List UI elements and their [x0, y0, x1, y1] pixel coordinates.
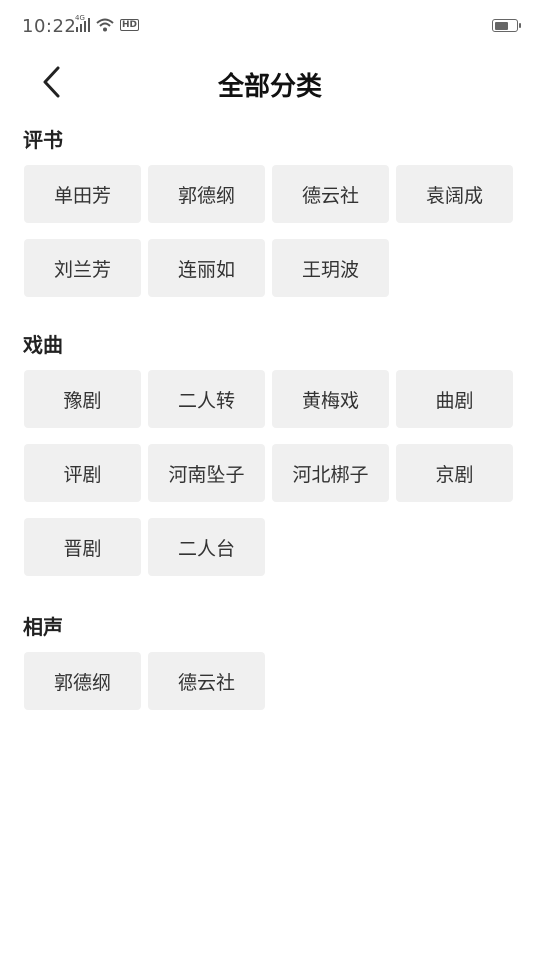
category-chip[interactable]: 河南坠子	[148, 444, 265, 502]
category-chip[interactable]: 德云社	[272, 165, 389, 223]
category-chip[interactable]: 王玥波	[272, 239, 389, 297]
category-chip[interactable]: 连丽如	[148, 239, 265, 297]
chip-grid: 豫剧 二人转 黄梅戏 曲剧 评剧 河南坠子 河北梆子 京剧 晋剧 二人台	[24, 370, 540, 576]
category-chip[interactable]: 郭德纲	[148, 165, 265, 223]
category-chip[interactable]: 黄梅戏	[272, 370, 389, 428]
category-chip[interactable]: 河北梆子	[272, 444, 389, 502]
category-chip[interactable]: 晋剧	[24, 518, 141, 576]
category-chip[interactable]: 二人转	[148, 370, 265, 428]
page-title: 全部分类	[217, 72, 322, 102]
category-chip[interactable]: 京剧	[396, 444, 513, 502]
signal-icon: 4G	[74, 14, 90, 32]
category-chip[interactable]: 袁阔成	[396, 165, 513, 223]
status-bar: 10:22 4G HD	[0, 0, 540, 56]
status-icons: 4G HD	[74, 14, 140, 32]
hd-icon: HD	[120, 19, 140, 31]
section-pingshu: 评书 单田芳 郭德纲 德云社 袁阔成 刘兰芳 连丽如 王玥波	[0, 126, 540, 297]
section-xiqu: 戏曲 豫剧 二人转 黄梅戏 曲剧 评剧 河南坠子 河北梆子 京剧 晋剧 二人台	[0, 331, 540, 576]
category-list: 评书 单田芳 郭德纲 德云社 袁阔成 刘兰芳 连丽如 王玥波 戏曲 豫剧 二人转…	[0, 112, 540, 710]
battery-level	[494, 21, 508, 30]
wifi-icon	[96, 18, 114, 32]
category-chip[interactable]: 曲剧	[396, 370, 513, 428]
section-title: 相声	[23, 615, 63, 639]
section-title: 戏曲	[23, 333, 63, 357]
category-chip[interactable]: 评剧	[24, 444, 141, 502]
category-chip[interactable]: 德云社	[148, 652, 265, 710]
category-chip[interactable]: 二人台	[148, 518, 265, 576]
section-xiangsheng: 相声 郭德纲 德云社	[0, 613, 540, 710]
category-chip[interactable]: 郭德纲	[24, 652, 141, 710]
chip-grid: 单田芳 郭德纲 德云社 袁阔成 刘兰芳 连丽如 王玥波	[24, 165, 540, 297]
section-title: 评书	[23, 128, 63, 152]
chip-grid: 郭德纲 德云社	[24, 652, 540, 710]
category-chip[interactable]: 单田芳	[24, 165, 141, 223]
category-chip[interactable]: 刘兰芳	[24, 239, 141, 297]
status-time: 10:22	[22, 16, 77, 37]
category-chip[interactable]: 豫剧	[24, 370, 141, 428]
battery-icon	[492, 19, 521, 32]
header: 全部分类	[0, 56, 540, 112]
